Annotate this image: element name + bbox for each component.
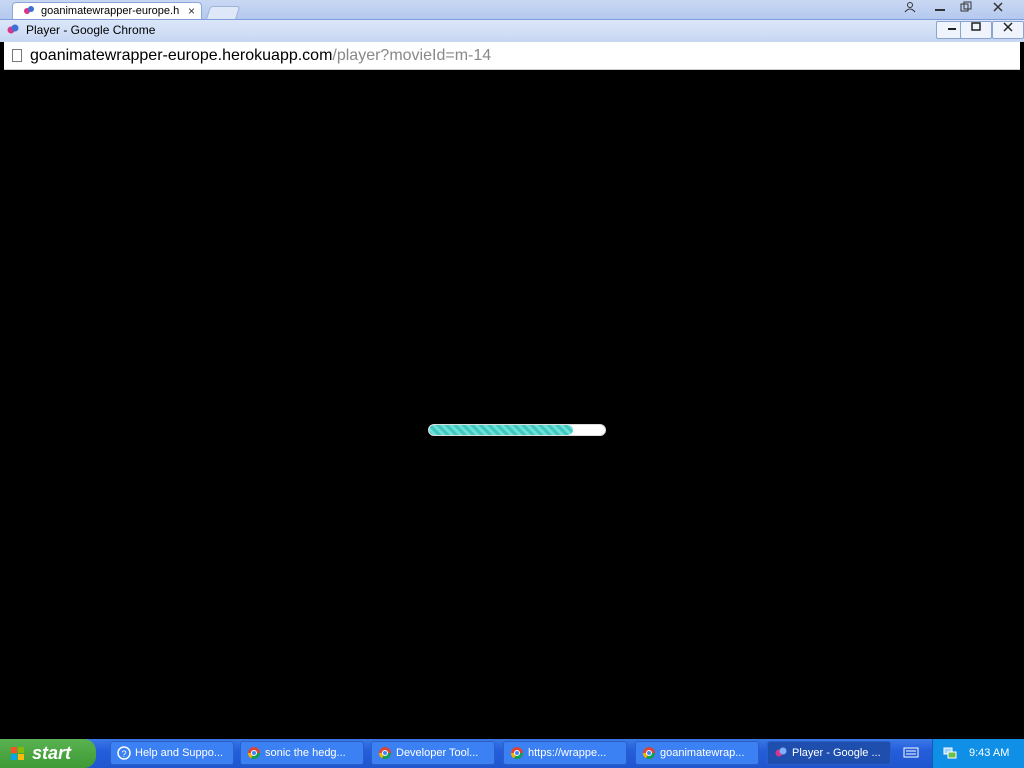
svg-text:?: ? [121,749,126,759]
address-bar[interactable]: goanimatewrapper-europe.herokuapp.com/pl… [4,42,1020,70]
chrome-icon [379,747,391,760]
wrapper-app-icon [775,747,787,757]
taskbar: start ? Help and Suppo... sonic the hedg… [0,739,1024,768]
minimize-icon[interactable] [928,1,952,16]
wrapper-favicon-icon [24,6,34,14]
page-icon [12,49,22,62]
tab-title: goanimatewrapper-europe.h [41,5,180,17]
chrome-icon [248,747,260,760]
window-title: Player - Google Chrome [26,23,156,37]
taskbar-item-wrapper-https[interactable]: https://wrappe... [503,741,627,765]
windows-flag-icon [11,747,24,760]
taskbar-item-label: goanimatewrap... [660,747,745,759]
taskbar-item-label: Developer Tool... [396,747,479,759]
url-host: goanimatewrapper-europe.herokuapp.com [30,47,333,64]
help-icon: ? [117,746,131,760]
start-label: start [32,743,72,763]
loading-progress-fill [429,425,574,435]
window-maximize-button[interactable] [960,21,992,39]
chrome-icon [511,747,523,760]
taskbar-item-devtools[interactable]: Developer Tool... [371,741,495,765]
url-path: /player?movieId=m-14 [332,47,492,64]
player-area[interactable] [4,70,1020,738]
taskbar-item-label: Help and Suppo... [135,747,224,759]
taskbar-item-player[interactable]: Player - Google ... [767,741,891,765]
system-tray: 9:43 AM [932,739,1024,768]
network-icon[interactable] [943,746,957,760]
url-text[interactable]: goanimatewrapper-europe.herokuapp.com/pl… [30,47,491,65]
window-title-bar: Player - Google Chrome [0,19,1024,42]
taskbar-item-help[interactable]: ? Help and Suppo... [110,741,234,765]
profile-icon[interactable] [898,1,922,16]
wrapper-app-icon [7,24,19,34]
tab-strip: goanimatewrapper-europe.h × [0,0,1024,20]
loading-progress-bar [428,424,606,436]
restore-icon[interactable] [954,1,978,16]
start-button[interactable]: start [0,739,96,768]
window-close-button[interactable] [992,21,1024,39]
tab-active[interactable]: goanimatewrapper-europe.h × [12,2,202,19]
taskbar-item-label: sonic the hedg... [265,747,346,759]
keyboard-icon[interactable] [903,745,921,761]
taskbar-item-goanimate[interactable]: goanimatewrap... [635,741,759,765]
tab-close-icon[interactable]: × [188,4,195,18]
taskbar-item-label: Player - Google ... [792,747,881,759]
close-icon[interactable] [986,1,1010,16]
taskbar-item-label: https://wrappe... [528,747,607,759]
clock[interactable]: 9:43 AM [969,747,1009,759]
chrome-icon [643,747,655,760]
new-tab-button[interactable] [205,6,241,20]
taskbar-item-sonic[interactable]: sonic the hedg... [240,741,364,765]
